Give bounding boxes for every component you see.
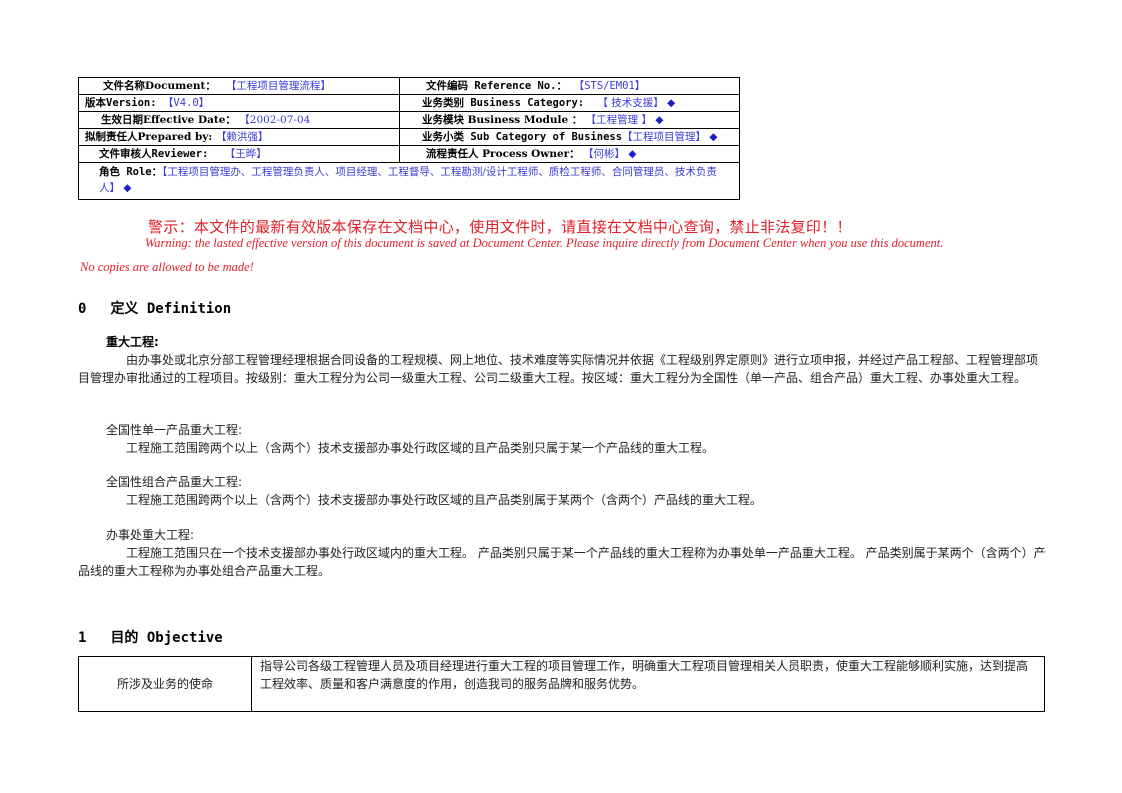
definition-sub-3: 办事处重大工程: 工程施工范围只在一个技术支援部办事处行政区域内的重大工程。 产…	[78, 526, 1046, 580]
section-heading-objective: 1 目的 Objective	[78, 627, 223, 647]
reviewer-label: 文件审核人Reviewer:	[99, 147, 215, 160]
subcategory-value: 【工程项目管理】	[622, 130, 707, 143]
module-value: 【工程管理 】	[585, 113, 652, 126]
document-name-label: 文件名称Document：	[103, 79, 216, 92]
role-value: 【工程项目管理办、工程管理负责人、项目经理、工程督导、工程勘测/设计工程师、质检…	[99, 166, 717, 194]
definition-sub-2: 全国性组合产品重大工程: 工程施工范围跨两个以上（含两个）技术支援部办事处行政区…	[78, 473, 1046, 509]
section-title: 目的 Objective	[110, 630, 223, 646]
term-heading: 重大工程:	[106, 335, 159, 349]
objective-table: 所涉及业务的使命 指导公司各级工程管理人员及项目经理进行重大工程的项目管理工作，…	[78, 656, 1045, 712]
effective-date-value: 【2002-07-04	[239, 113, 311, 126]
reviewer-value: 【王晔】	[224, 147, 267, 160]
prepared-by-label: 拟制责任人Prepared by:	[85, 130, 216, 143]
diamond-icon: ◆	[709, 130, 718, 143]
reference-label: 文件编码 Reference No.：	[426, 79, 568, 92]
reference-value: 【STS/EM01】	[573, 79, 646, 92]
term-text: 由办事处或北京分部工程管理经理根据合同设备的工程规模、网上地位、技术难度等实际情…	[78, 353, 1039, 385]
section-number: 0	[78, 301, 87, 317]
prepared-by-cell: 拟制责任人Prepared by: 【赖洪强】	[78, 128, 400, 146]
sub-text: 工程施工范围跨两个以上（含两个）技术支援部办事处行政区域的且产品类别只属于某一个…	[126, 441, 715, 455]
effective-date-label: 生效日期Effective Date：	[101, 113, 236, 126]
section-number: 1	[78, 630, 87, 646]
header-row: 生效日期Effective Date： 【2002-07-04 业务模块 Bus…	[78, 111, 740, 129]
version-value: 【V4.0】	[162, 96, 210, 109]
definition-sub-1: 全国性单一产品重大工程: 工程施工范围跨两个以上（含两个）技术支援部办事处行政区…	[78, 421, 1046, 457]
effective-date-cell: 生效日期Effective Date： 【2002-07-04	[78, 111, 400, 129]
role-label: 角色 Role：	[99, 166, 163, 178]
sub-heading: 办事处重大工程:	[106, 528, 195, 542]
category-value: 【 技术支援】	[597, 96, 664, 109]
diamond-icon: ◆	[667, 96, 676, 109]
subcategory-label: 业务小类 Sub Category of Business	[422, 130, 623, 143]
category-cell: 业务类别 Business Category: 【 技术支援】 ◆	[399, 94, 740, 112]
header-row: 版本Version: 【V4.0】 业务类别 Business Category…	[78, 94, 740, 112]
document-header-table: 文件名称Document： 【工程项目管理流程】 文件编码 Reference …	[78, 77, 740, 200]
module-cell: 业务模块 Business Module ： 【工程管理 】 ◆	[399, 111, 740, 129]
header-row: 角色 Role：【工程项目管理办、工程管理负责人、项目经理、工程督导、工程勘测/…	[78, 162, 740, 200]
warning-english: Warning: the lasted effective version of…	[145, 236, 944, 250]
process-owner-cell: 流程责任人 Process Owner： 【何彬】 ◆	[399, 145, 740, 163]
section-title: 定义 Definition	[110, 301, 232, 317]
document-name-cell: 文件名称Document： 【工程项目管理流程】	[78, 77, 400, 95]
sub-heading: 全国性单一产品重大工程:	[106, 423, 243, 437]
objective-row: 所涉及业务的使命 指导公司各级工程管理人员及项目经理进行重大工程的项目管理工作，…	[78, 656, 1045, 712]
sub-heading: 全国性组合产品重大工程:	[106, 475, 243, 489]
warning-chinese: 警示：本文件的最新有效版本保存在文档中心，使用文件时，请直接在文档中心查询，禁止…	[148, 218, 852, 236]
section-heading-definition: 0 定义 Definition	[78, 298, 231, 318]
objective-value: 指导公司各级工程管理人员及项目经理进行重大工程的项目管理工作，明确重大工程项目管…	[251, 656, 1045, 712]
module-label: 业务模块 Business Module ：	[422, 113, 583, 126]
subcategory-cell: 业务小类 Sub Category of Business【工程项目管理】 ◆	[399, 128, 740, 146]
version-cell: 版本Version: 【V4.0】	[78, 94, 400, 112]
process-owner-value: 【何彬】	[583, 147, 626, 160]
role-cell: 角色 Role：【工程项目管理办、工程管理负责人、项目经理、工程督导、工程勘测/…	[78, 162, 740, 200]
objective-key: 所涉及业务的使命	[78, 656, 252, 712]
reviewer-cell: 文件审核人Reviewer: 【王晔】	[78, 145, 400, 163]
header-row: 文件审核人Reviewer: 【王晔】 流程责任人 Process Owner：…	[78, 145, 740, 163]
definition-body: 重大工程: 由办事处或北京分部工程管理经理根据合同设备的工程规模、网上地位、技术…	[78, 333, 1046, 387]
diamond-icon: ◆	[655, 113, 664, 126]
sub-text: 工程施工范围跨两个以上（含两个）技术支援部办事处行政区域的且产品类别属于某两个（…	[126, 493, 763, 507]
warning-no-copies: No copies are allowed to be made!	[80, 260, 254, 274]
sub-text: 工程施工范围只在一个技术支援部办事处行政区域内的重大工程。 产品类别只属于某一个…	[78, 546, 1046, 578]
header-row: 文件名称Document： 【工程项目管理流程】 文件编码 Reference …	[78, 77, 740, 95]
version-label: 版本Version:	[85, 96, 163, 109]
category-label: 业务类别 Business Category:	[422, 96, 585, 109]
header-row: 拟制责任人Prepared by: 【赖洪强】 业务小类 Sub Categor…	[78, 128, 740, 146]
diamond-icon: ◆	[123, 182, 132, 194]
prepared-by-value: 【赖洪强】	[215, 130, 269, 143]
process-owner-label: 流程责任人 Process Owner：	[426, 147, 580, 160]
document-name-value: 【工程项目管理流程】	[225, 79, 331, 92]
diamond-icon: ◆	[628, 147, 637, 160]
reference-cell: 文件编码 Reference No.： 【STS/EM01】	[399, 77, 740, 95]
